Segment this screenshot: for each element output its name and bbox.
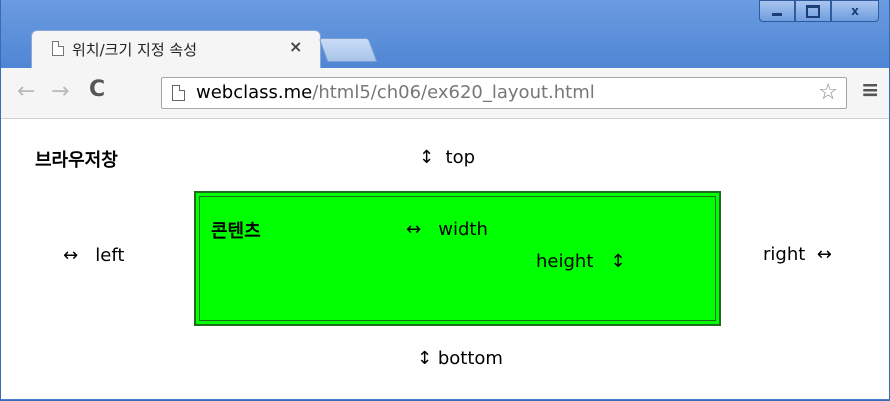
tab-close-button[interactable]: × — [289, 37, 302, 56]
horizontal-arrow-icon: ↔ — [406, 219, 422, 240]
close-window-button[interactable]: x — [831, 0, 879, 22]
minimize-button[interactable] — [759, 0, 795, 22]
minimize-icon — [772, 12, 782, 16]
vertical-arrow-icon: ↕ — [419, 147, 435, 168]
close-icon: x — [851, 4, 859, 18]
horizontal-arrow-icon: ↔ — [63, 245, 79, 266]
content-label: 콘텐츠 — [211, 221, 261, 242]
document-icon — [52, 41, 64, 56]
left-label: left — [95, 245, 125, 266]
left-indicator: ↔ left — [63, 245, 124, 266]
page-icon — [172, 85, 185, 101]
content-box: 콘텐츠 ↔ width height ↕ — [194, 191, 721, 326]
new-tab-button[interactable] — [318, 38, 378, 62]
reload-button[interactable]: C — [89, 77, 105, 102]
bottom-indicator: ↕ bottom — [417, 348, 503, 369]
back-button[interactable]: ← — [17, 79, 35, 104]
width-indicator: ↔ width — [406, 219, 488, 240]
url-text[interactable]: webclass.me/html5/ch06/ex620_layout.html — [196, 82, 595, 103]
url-host: webclass.me — [196, 82, 313, 103]
browser-window-label: 브라우저창 — [35, 150, 118, 171]
maximize-button[interactable] — [795, 0, 831, 22]
page-content: 브라우저창 ↕ top ↔ left 콘텐츠 ↔ width height ↕ … — [1, 119, 889, 399]
vertical-arrow-icon: ↕ — [610, 251, 626, 272]
bookmark-star-icon[interactable]: ☆ — [818, 80, 838, 105]
top-indicator: ↕ top — [419, 147, 475, 168]
vertical-arrow-icon: ↕ — [417, 348, 433, 369]
horizontal-arrow-icon: ↔ — [816, 244, 832, 265]
top-label: top — [445, 147, 476, 168]
tab-active[interactable]: 위치/크기 지정 속성 × — [31, 30, 321, 68]
url-path: /html5/ch06/ex620_layout.html — [312, 82, 595, 103]
browser-window: 위치/크기 지정 속성 × x ← → C webclass.me/html5/… — [0, 0, 890, 401]
menu-icon[interactable]: ≡ — [861, 78, 879, 103]
width-label: width — [438, 219, 488, 240]
window-controls: x — [759, 0, 879, 24]
title-bar: 위치/크기 지정 속성 × x — [1, 0, 889, 68]
height-indicator: height ↕ — [536, 251, 626, 272]
right-indicator: right ↔ — [763, 244, 832, 265]
right-label: right — [763, 244, 806, 265]
height-label: height — [536, 251, 594, 272]
tab-title: 위치/크기 지정 속성 — [72, 41, 197, 59]
bottom-label: bottom — [437, 348, 503, 369]
address-bar[interactable]: webclass.me/html5/ch06/ex620_layout.html… — [161, 77, 847, 109]
browser-toolbar: ← → C webclass.me/html5/ch06/ex620_layou… — [1, 68, 889, 119]
forward-button[interactable]: → — [51, 79, 69, 104]
maximize-icon — [806, 4, 820, 18]
